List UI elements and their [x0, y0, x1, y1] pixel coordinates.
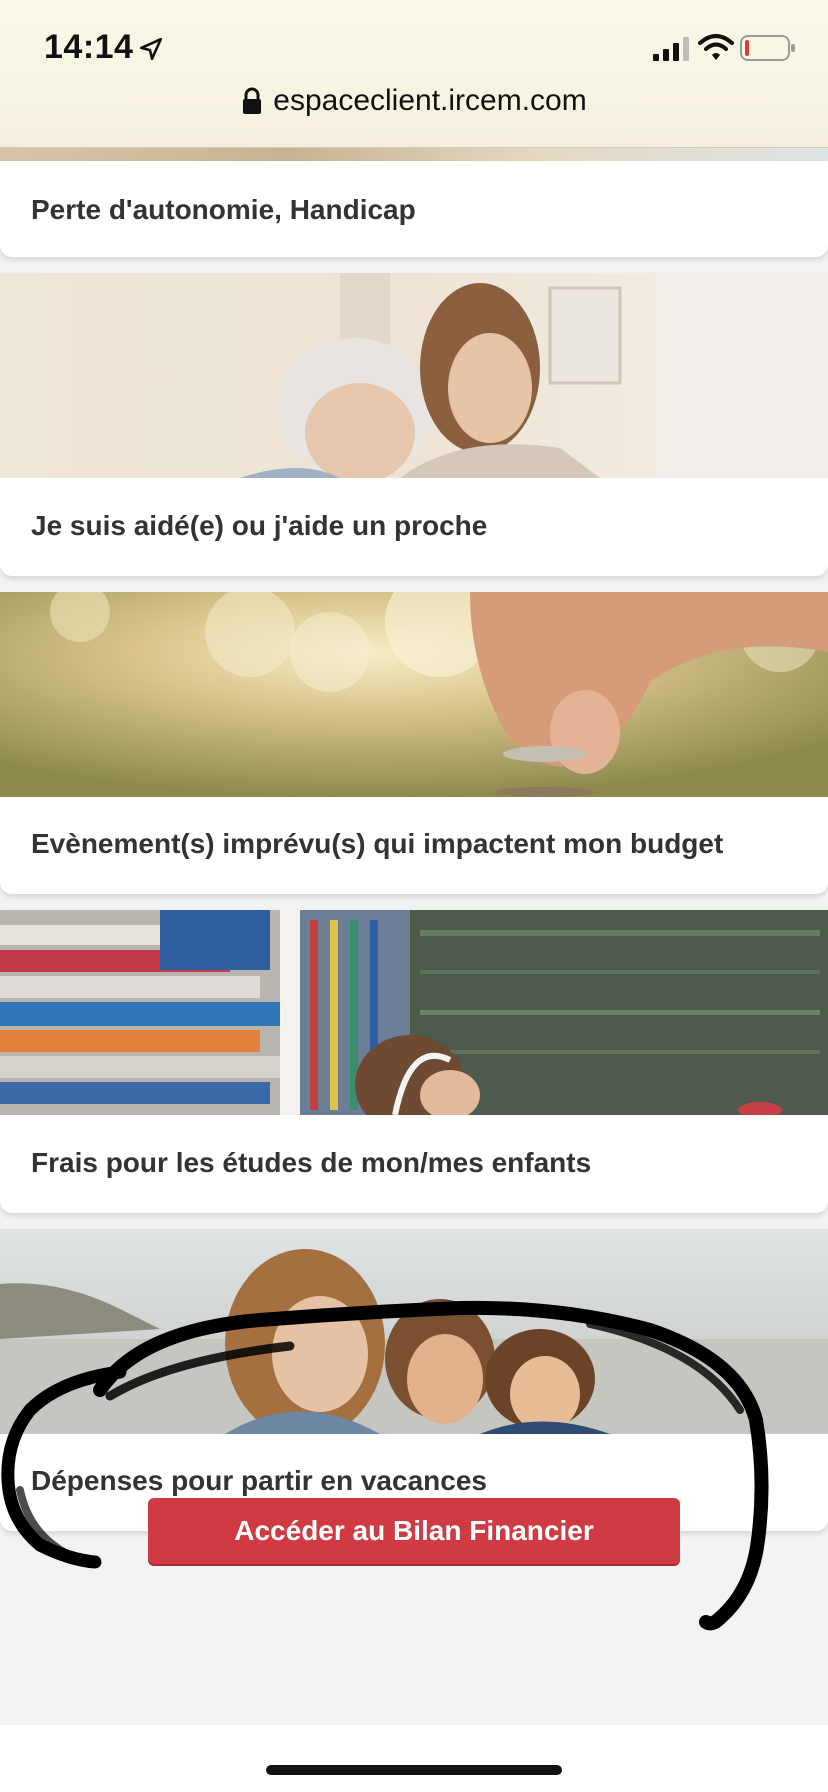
card-frais-etudes[interactable]: Frais pour les études de mon/mes enfants — [0, 910, 828, 1213]
card-evenement-imprevu[interactable]: Evènement(s) imprévu(s) qui impactent mo… — [0, 592, 828, 894]
bottom-safe-area — [0, 1725, 828, 1792]
card-aidant[interactable]: Je suis aidé(e) ou j'aide un proche — [0, 273, 828, 576]
status-time: 14:14 — [44, 28, 134, 66]
card-label: Perte d'autonomie, Handicap — [31, 194, 416, 225]
card-image-bookshelf-and-child — [0, 910, 828, 1115]
url-text: espaceclient.ircem.com — [273, 84, 587, 117]
address-bar[interactable]: espaceclient.ircem.com — [0, 84, 828, 118]
lock-icon — [243, 87, 262, 114]
acceder-bilan-financier-button[interactable]: Accéder au Bilan Financier — [148, 1498, 680, 1564]
card-label: Evènement(s) imprévu(s) qui impactent mo… — [31, 828, 724, 859]
card-depenses-vacances[interactable]: Dépenses pour partir en vacances — [0, 1229, 828, 1531]
card-label: Je suis aidé(e) ou j'aide un proche — [31, 510, 488, 541]
location-arrow-icon — [139, 37, 163, 61]
card-perte-autonomie[interactable]: Perte d'autonomie, Handicap — [0, 161, 828, 257]
battery-low-icon — [740, 35, 795, 61]
card-image-elderly-woman-and-young-woman — [0, 273, 828, 478]
cellular-signal-icon — [653, 37, 689, 61]
card-image-hand-holding-coin — [0, 592, 828, 797]
previous-card-image-strip — [0, 147, 828, 161]
card-label: Frais pour les études de mon/mes enfants — [31, 1147, 592, 1178]
card-label: Dépenses pour partir en vacances — [31, 1465, 487, 1496]
status-bar: 14:14 espaceclient.ircem.com — [0, 0, 828, 148]
card-image-family-at-beach — [0, 1229, 828, 1434]
wifi-icon — [698, 34, 734, 60]
home-indicator[interactable] — [266, 1765, 562, 1775]
